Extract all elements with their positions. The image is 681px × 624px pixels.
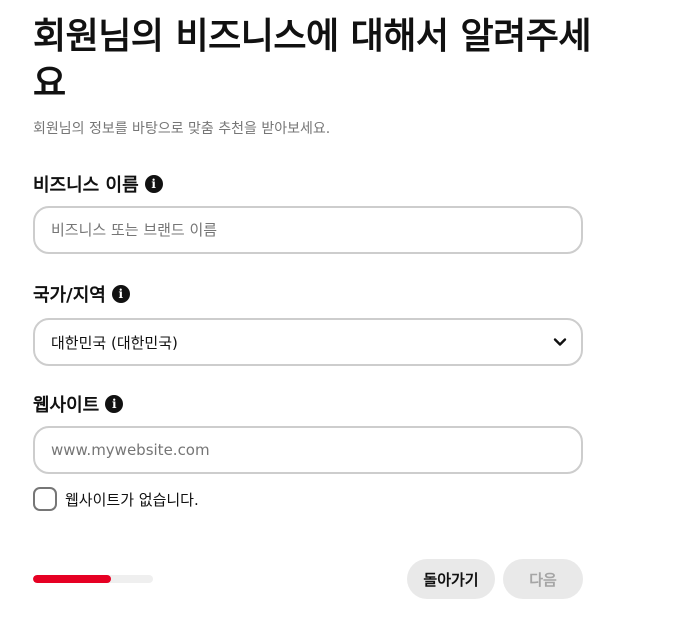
next-button[interactable]: 다음 xyxy=(503,559,583,599)
progress-fill xyxy=(33,575,111,583)
info-icon[interactable]: i xyxy=(144,175,163,193)
info-icon[interactable]: i xyxy=(111,285,130,303)
country-label-text: 국가/지역 xyxy=(33,285,106,306)
country-select[interactable]: 대한민국 (대한민국) xyxy=(33,318,583,366)
website-label: 웹사이트 i xyxy=(33,391,124,417)
website-label-text: 웹사이트 xyxy=(33,395,100,416)
no-website-checkbox[interactable] xyxy=(33,487,57,511)
business-name-label-text: 비즈니스 이름 xyxy=(33,175,139,196)
business-name-label: 비즈니스 이름 i xyxy=(33,171,163,197)
business-name-input[interactable] xyxy=(35,221,581,239)
website-field xyxy=(33,426,583,474)
no-website-option[interactable]: 웹사이트가 없습니다. xyxy=(33,487,199,511)
back-button[interactable]: 돌아가기 xyxy=(407,559,495,599)
website-input[interactable] xyxy=(35,441,581,459)
country-selected-value: 대한민국 (대한민국) xyxy=(51,333,178,352)
page-subtitle: 회원님의 정보를 바탕으로 맞춤 추천을 받아보세요. xyxy=(33,121,331,137)
info-icon[interactable]: i xyxy=(105,395,124,413)
progress-bar xyxy=(33,575,153,583)
business-name-field xyxy=(33,206,583,254)
page-title: 회원님의 비즈니스에 대해서 알려주세요 xyxy=(33,16,592,104)
country-label: 국가/지역 i xyxy=(33,281,130,307)
no-website-label: 웹사이트가 없습니다. xyxy=(65,490,199,509)
chevron-down-icon xyxy=(553,338,567,346)
